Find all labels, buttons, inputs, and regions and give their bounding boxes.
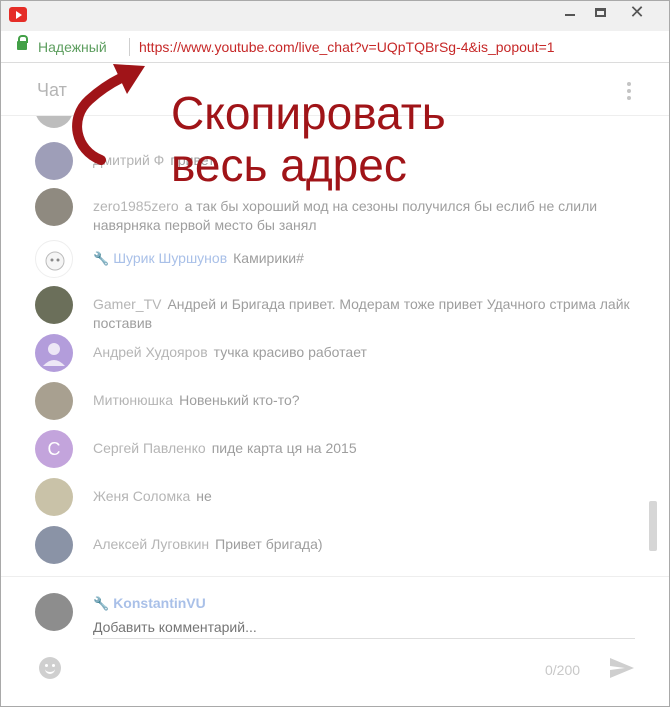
avatar [35, 526, 73, 564]
avatar [35, 286, 73, 324]
title-bar[interactable]: ✕ [1, 1, 669, 31]
close-icon: ✕ [629, 1, 645, 22]
default-user-icon [43, 343, 65, 366]
minimize-button[interactable] [555, 1, 585, 23]
browser-popup-window: ✕ Надежный https://www.youtube.com/live_… [0, 0, 670, 707]
comment-input[interactable] [93, 615, 635, 639]
message-text: пиде карта ця на 2015 [211, 440, 357, 456]
red-arrow-annotation [72, 64, 145, 165]
more-options-icon[interactable] [627, 82, 633, 102]
youtube-app-icon [9, 7, 27, 22]
message-text: Камирики# [233, 250, 304, 266]
emoji-icon[interactable] [39, 657, 61, 679]
close-button[interactable]: ✕ [615, 1, 659, 23]
message-author[interactable]: Алексей Луговкин [93, 536, 209, 552]
annotation-line-2: весь адрес [171, 139, 407, 191]
message-text: тучка красиво работает [213, 344, 367, 360]
minimize-icon [565, 14, 575, 16]
lock-icon [17, 35, 28, 50]
avatar [35, 188, 73, 226]
mascot-avatar-image [45, 251, 65, 271]
secure-label[interactable]: Надежный [38, 39, 107, 55]
message-text: не [196, 488, 212, 504]
message-text: Новенький кто-то? [179, 392, 300, 408]
maximize-icon [594, 7, 606, 17]
composer-author-name: KonstantinVU [113, 595, 206, 611]
message-author[interactable]: Gamer_TV [93, 296, 161, 312]
message-author[interactable]: Митюнюшка [93, 392, 173, 408]
url-text[interactable]: https://www.youtube.com/live_chat?v=UQpT… [139, 39, 555, 55]
message-author[interactable]: Сергей Павленко [93, 440, 206, 456]
comment-composer: 🔧KonstantinVU 0/200 [1, 576, 669, 706]
maximize-button[interactable] [585, 1, 615, 23]
my-avatar [35, 593, 73, 631]
message-author[interactable]: Женя Соломка [93, 488, 190, 504]
message-text: Андрей и Бригада привет. Модерам тоже пр… [93, 296, 630, 331]
annotation-line-1: Скопировать [171, 87, 446, 139]
chat-scrollbar[interactable] [649, 501, 657, 551]
moderator-wrench-icon: 🔧 [93, 596, 110, 611]
annotation-callout: Скопировать весь адрес [171, 87, 446, 191]
avatar: C [35, 430, 73, 468]
message-text: Привет бригада) [215, 536, 323, 552]
char-count: 0/200 [545, 662, 581, 678]
message-author[interactable]: Шурик Шуршунов [113, 250, 227, 266]
moderator-wrench-icon: 🔧 [93, 251, 110, 266]
avatar [35, 382, 73, 420]
message-author[interactable]: Андрей Худояров [93, 344, 208, 360]
avatar [35, 478, 73, 516]
message-author[interactable]: zero1985zero [93, 198, 179, 214]
avatar [35, 240, 73, 278]
address-divider [129, 38, 130, 56]
avatar-letter: C [47, 438, 61, 459]
send-icon[interactable] [609, 657, 635, 679]
avatar [35, 334, 73, 372]
